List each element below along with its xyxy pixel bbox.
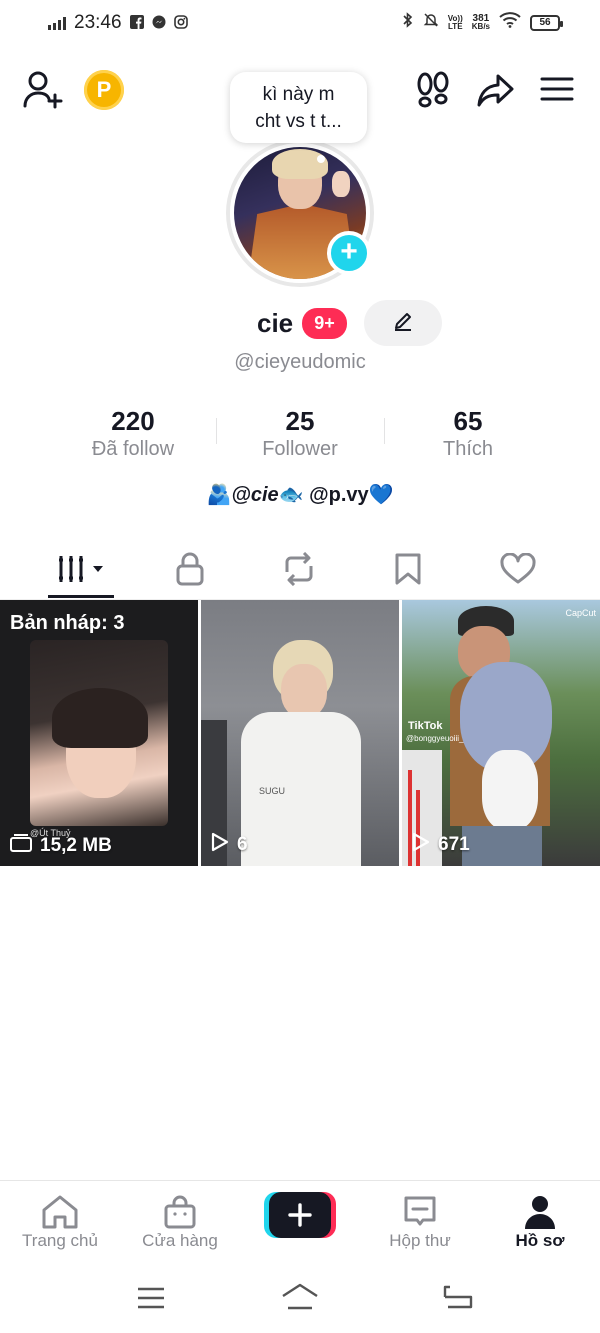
profile-tabs	[0, 540, 600, 600]
video-overlay-text: SUGU	[259, 786, 286, 796]
tab-private[interactable]	[130, 548, 250, 594]
fish-emoji: 🐟	[278, 484, 304, 506]
active-tab-indicator	[48, 595, 114, 598]
nav-home[interactable]: Trang chủ	[0, 1193, 120, 1251]
status-time: 23:46	[74, 12, 122, 33]
play-icon	[211, 832, 229, 858]
volte-indicator: Vo)) LTE	[447, 13, 463, 31]
tab-favorites[interactable]	[348, 548, 468, 594]
draft-size: 15,2 MB	[10, 834, 112, 858]
nav-inbox[interactable]: Hộp thư	[360, 1193, 480, 1251]
play-icon	[412, 832, 430, 858]
tab-liked[interactable]	[458, 548, 578, 594]
home-system-icon[interactable]	[280, 1282, 320, 1315]
wifi-icon	[499, 12, 521, 33]
instagram-icon	[173, 14, 188, 32]
followers-stat[interactable]: 25 Follower	[216, 406, 384, 462]
notification-badge[interactable]: 9+	[302, 308, 347, 339]
tab-videos[interactable]	[22, 548, 142, 594]
recent-apps-icon[interactable]	[136, 1286, 166, 1315]
system-navigation-bar	[0, 1262, 600, 1333]
add-friend-icon[interactable]	[22, 70, 64, 115]
profile-name: cie	[257, 308, 294, 338]
bio-mention-pvy[interactable]: @p.vy	[309, 484, 369, 506]
bottom-navigation: Trang chủ Cửa hàng Hộp thư Hồ sơ	[0, 1180, 600, 1262]
shop-icon	[120, 1193, 240, 1231]
edit-profile-button[interactable]	[364, 300, 442, 346]
note-text-line2: cht vs t t...	[255, 111, 342, 132]
following-stat[interactable]: 220 Đã follow	[49, 406, 217, 462]
battery-indicator: 56	[530, 14, 563, 31]
capcut-watermark: CapCut	[565, 608, 596, 618]
view-count: 6	[211, 832, 248, 858]
network-speed: 381 KB/s	[471, 12, 490, 31]
video-tile[interactable]: CapCut TikTok @bonggyeuoiii_ 671	[402, 600, 600, 866]
bluetooth-icon	[402, 12, 414, 33]
lock-icon	[175, 552, 205, 591]
likes-stat[interactable]: 65 Thích	[384, 406, 552, 462]
tiktok-watermark: TikTok	[408, 720, 443, 732]
back-icon[interactable]	[442, 1284, 474, 1315]
add-story-button[interactable]: +	[327, 231, 371, 275]
mute-bell-icon	[423, 12, 439, 33]
profile-handle: @cieyeudomic	[234, 351, 366, 373]
video-grid-icon	[57, 554, 107, 589]
cellular-signal-icon	[48, 16, 66, 30]
draft-title: Bản nháp: 3	[10, 612, 125, 634]
folder-icon	[10, 834, 32, 858]
tab-reposts[interactable]	[239, 548, 359, 594]
home-icon	[0, 1193, 120, 1231]
nav-shop[interactable]: Cửa hàng	[120, 1193, 240, 1251]
messenger-icon	[152, 15, 166, 32]
heart-icon	[500, 551, 536, 590]
footprint-icon[interactable]	[414, 70, 452, 115]
status-bar: 23:46 Vo)) LTE 381 KB/s 56	[0, 0, 600, 48]
bubble-tail	[317, 155, 325, 163]
blue-heart-emoji: 💙	[368, 484, 394, 506]
bookmark-icon	[394, 552, 422, 591]
draft-thumbnail	[30, 640, 168, 826]
facebook-icon	[129, 14, 144, 32]
people-hug-emoji: 🫂	[206, 484, 232, 506]
note-text-line1: kì này m	[262, 84, 335, 105]
profile-note-bubble[interactable]: kì này m cht vs t t...	[230, 72, 367, 143]
bio-mention-cie[interactable]: @cie	[231, 484, 278, 506]
video-tile[interactable]: SUGU 6	[201, 600, 399, 866]
menu-icon[interactable]	[540, 70, 574, 115]
view-count: 671	[412, 832, 470, 858]
nav-profile[interactable]: Hồ sơ	[480, 1193, 600, 1251]
create-button[interactable]	[264, 1192, 336, 1238]
profile-icon	[480, 1193, 600, 1231]
share-icon[interactable]	[476, 70, 516, 115]
pencil-icon	[392, 310, 414, 337]
inbox-icon	[360, 1193, 480, 1231]
coin-icon[interactable]: P	[84, 70, 124, 110]
draft-tile[interactable]: Bản nháp: 3 @Út Thuỷ 15,2 MB	[0, 600, 198, 866]
profile-bio: 🫂@cie🐟 @p.vy💙	[0, 482, 600, 507]
repost-icon	[281, 551, 317, 591]
watermark-username: @bonggyeuoiii_	[406, 734, 464, 743]
create-plus-icon	[269, 1192, 331, 1238]
